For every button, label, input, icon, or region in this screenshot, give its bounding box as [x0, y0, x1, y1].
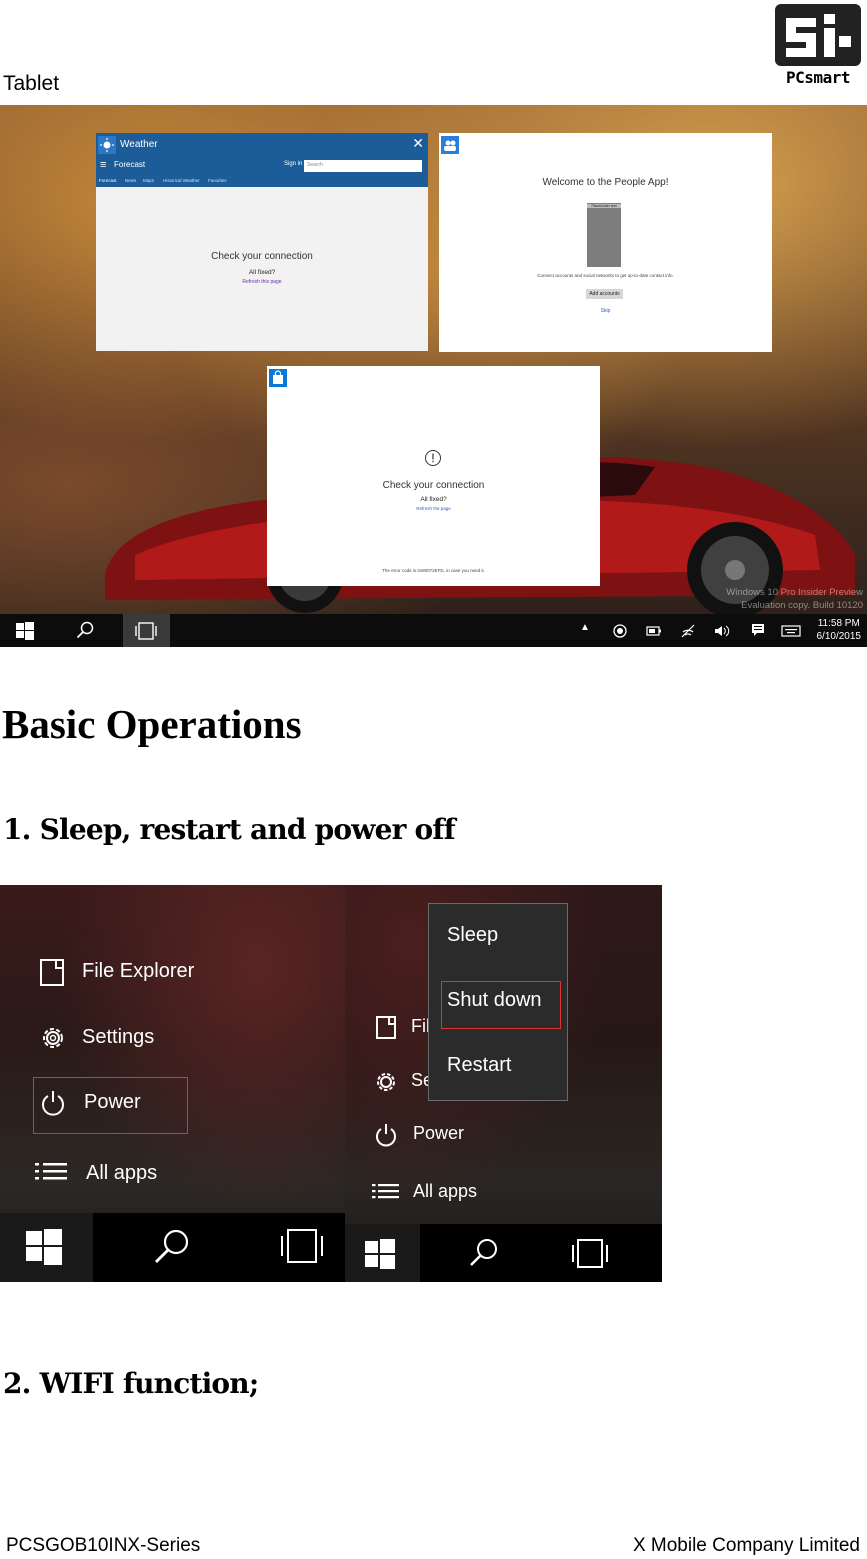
people-titlebar[interactable]: People ✕ — [439, 133, 772, 157]
battery-icon[interactable] — [646, 626, 662, 636]
menu-item-label: Settings — [82, 1026, 155, 1048]
close-icon[interactable]: ✕ — [754, 136, 766, 150]
task-view-icon[interactable] — [278, 1227, 326, 1267]
store-window-title: Store (Beta) — [291, 372, 345, 383]
taskbar-time: 11:58 PM — [817, 618, 860, 629]
power-menu-screenshot: Fil Se Sleep Shut down Restart Power All… — [345, 885, 662, 1282]
skip-link[interactable]: Skip — [439, 308, 772, 314]
step1-heading: 1. Sleep, restart and power off — [3, 813, 456, 846]
tab-maps[interactable]: Maps — [143, 178, 154, 183]
search-icon[interactable] — [152, 1227, 192, 1267]
store-window[interactable]: Store (Beta) ✕ Check your connection All… — [267, 366, 600, 586]
store-bag-icon — [269, 369, 287, 387]
hamburger-icon[interactable]: ≡ — [100, 159, 106, 171]
weather-search-box[interactable]: Search — [304, 160, 422, 172]
search-icon[interactable] — [467, 1236, 501, 1270]
people-body: Welcome to the People App! Placeholder t… — [439, 157, 772, 352]
store-body: Check your connection All fixed? Refresh… — [267, 390, 600, 586]
task-view-icon — [135, 622, 157, 640]
weather-window[interactable]: Weather ✕ ≡ Forecast Sign in Search Fore… — [96, 133, 428, 351]
taskbar-date: 6/10/2015 — [816, 631, 862, 642]
weather-app-bar: ≡ Forecast Sign in Search — [96, 157, 428, 175]
weather-app-bar-title: Forecast — [114, 160, 146, 169]
weather-titlebar[interactable]: Weather ✕ — [96, 133, 428, 157]
all-fixed-text: All fixed? — [420, 496, 447, 503]
shut-down-highlight-box — [441, 981, 561, 1029]
footer-company: X Mobile Company Limited — [632, 1535, 860, 1556]
windows-start-icon — [26, 1229, 62, 1265]
footer-model: PCSGOB10INX-Series — [6, 1535, 201, 1556]
menu-item-label: All apps — [86, 1162, 158, 1184]
watermark-line-2: Evaluation copy. Build 10120 — [741, 600, 863, 611]
people-description: Connect accounts and social networks to … — [537, 273, 674, 278]
taskbar: ▲ 11:58 PM 6/10/2015 — [0, 614, 867, 647]
popup-item-sleep[interactable]: Sleep — [447, 924, 498, 947]
folder-icon — [376, 1016, 396, 1039]
people-window-title: People — [463, 139, 495, 150]
task-view-icon[interactable] — [569, 1237, 611, 1271]
refresh-link[interactable]: Refresh this page — [96, 279, 428, 285]
watermark-line-1: Windows 10 Pro Insider Preview — [726, 587, 863, 598]
power-icon — [376, 1124, 396, 1147]
search-icon[interactable] — [76, 621, 94, 639]
all-fixed-text: All fixed? — [248, 269, 276, 276]
start-button[interactable] — [345, 1224, 420, 1282]
windows-watermark: Windows 10 Pro Insider Preview Evaluatio… — [726, 586, 863, 612]
add-accounts-button[interactable]: Add accounts — [586, 289, 623, 299]
list-icon — [35, 1163, 67, 1180]
menu-item-label: Power — [84, 1091, 141, 1113]
people-icon — [441, 136, 459, 154]
page-header-title: Tablet — [3, 72, 60, 95]
tab-favorites[interactable]: Favorites — [208, 178, 227, 183]
sun-icon — [98, 136, 116, 154]
task-view-button[interactable] — [123, 614, 170, 647]
start-taskbar — [0, 1213, 345, 1282]
tab-news[interactable]: News — [125, 178, 136, 183]
popup-item-restart[interactable]: Restart — [447, 1054, 511, 1077]
info-circle-icon — [425, 450, 441, 466]
weather-body: Check your connection All fixed? Refresh… — [96, 187, 428, 351]
step2-heading: 2. WIFI function; — [3, 1367, 259, 1400]
refresh-link[interactable]: Refresh the page — [267, 506, 600, 511]
wifi-icon[interactable] — [680, 623, 696, 639]
menu-item-label: Power — [413, 1123, 465, 1143]
gear-icon — [377, 1073, 395, 1091]
record-icon[interactable] — [613, 624, 627, 638]
power-icon — [42, 1091, 64, 1116]
placeholder-image: Placeholder text — [587, 203, 621, 267]
connection-message: Check your connection — [211, 251, 313, 262]
tab-forecast[interactable]: Forecast — [99, 178, 117, 183]
list-icon — [372, 1184, 399, 1199]
tab-historical[interactable]: Historical Weather — [163, 178, 200, 183]
start-menu-screenshot: File Explorer Settings Power All apps — [0, 885, 345, 1282]
folder-icon — [40, 959, 64, 986]
error-code-text: The error code is 0x80072EFD, in case yo… — [382, 568, 485, 573]
placeholder-label: Placeholder text — [587, 204, 621, 208]
close-icon[interactable]: ✕ — [412, 136, 424, 150]
weather-window-title: Weather — [120, 139, 158, 150]
taskbar-clock[interactable]: 11:58 PM 6/10/2015 — [817, 617, 862, 643]
keyboard-icon[interactable] — [781, 625, 801, 637]
windows-start-icon — [365, 1239, 395, 1269]
people-window[interactable]: People ✕ Welcome to the People App! Plac… — [439, 133, 772, 352]
store-titlebar[interactable]: Store (Beta) ✕ — [267, 366, 600, 390]
weather-tabs: Forecast News Maps Historical Weather Fa… — [96, 175, 428, 187]
windows-start-icon[interactable] — [16, 622, 34, 640]
chevron-up-icon[interactable]: ▲ — [580, 622, 590, 633]
notification-icon[interactable] — [751, 623, 765, 637]
menu-item-label: File Explorer — [82, 960, 195, 982]
start-taskbar — [345, 1224, 662, 1282]
close-icon[interactable]: ✕ — [584, 369, 596, 383]
logo-text: PCsmart — [786, 68, 850, 87]
people-heading: Welcome to the People App! — [542, 177, 669, 188]
menu-item-label: All apps — [413, 1181, 478, 1201]
sign-in-link[interactable]: Sign in — [284, 161, 302, 167]
volume-icon[interactable] — [714, 624, 730, 638]
start-button[interactable] — [0, 1213, 93, 1282]
task-view-screenshot: Weather ✕ ≡ Forecast Sign in Search Fore… — [0, 105, 867, 647]
section-heading-basic-operations: Basic Operations — [2, 701, 302, 747]
connection-message: Check your connection — [382, 480, 485, 491]
gear-icon — [43, 1028, 63, 1048]
